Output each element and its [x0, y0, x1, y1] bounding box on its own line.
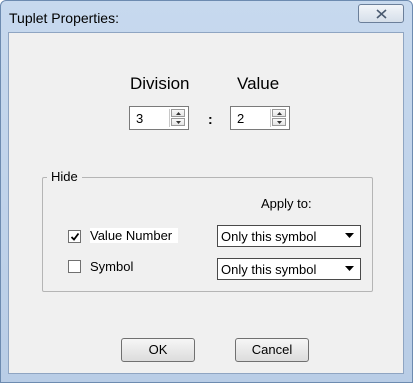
value-spinner[interactable]: 2	[230, 106, 290, 130]
value-value[interactable]: 2	[237, 111, 244, 126]
close-button[interactable]	[358, 4, 404, 23]
value-number-label[interactable]: Value Number	[90, 228, 179, 243]
value-header: Value	[237, 74, 280, 93]
symbol-dropdown-button[interactable]	[341, 260, 359, 278]
ratio-separator: :	[208, 111, 213, 127]
dialog-content: Division Value 3 : 2 Hide Apply to: Valu…	[8, 32, 404, 374]
symbol-apply-select[interactable]: Only this symbol	[217, 258, 361, 280]
division-value[interactable]: 3	[136, 111, 143, 126]
arrow-down-icon	[277, 121, 282, 124]
value-number-dropdown-button[interactable]	[341, 227, 359, 245]
apply-to-label: Apply to:	[261, 196, 312, 211]
division-decrement-button[interactable]	[171, 118, 185, 126]
symbol-checkbox[interactable]	[68, 260, 81, 273]
value-number-checkbox[interactable]	[68, 230, 81, 243]
chevron-down-icon	[345, 266, 354, 271]
value-number-apply-value: Only this symbol	[221, 229, 317, 244]
cancel-button[interactable]: Cancel	[235, 338, 309, 362]
ok-button[interactable]: OK	[121, 338, 195, 362]
title-bar[interactable]: Tuplet Properties:	[1, 1, 412, 33]
symbol-label[interactable]: Symbol	[90, 259, 139, 274]
arrow-up-icon	[176, 112, 181, 115]
close-icon	[376, 9, 387, 19]
division-header: Division	[130, 74, 190, 93]
hide-group-title: Hide	[47, 169, 82, 184]
chevron-down-icon	[345, 233, 354, 238]
value-decrement-button[interactable]	[272, 118, 286, 126]
division-increment-button[interactable]	[171, 109, 185, 117]
symbol-apply-value: Only this symbol	[221, 262, 317, 277]
arrow-down-icon	[176, 121, 181, 124]
window-title: Tuplet Properties:	[9, 10, 119, 26]
value-increment-button[interactable]	[272, 109, 286, 117]
value-number-apply-select[interactable]: Only this symbol	[217, 225, 361, 247]
division-spinner[interactable]: 3	[129, 106, 189, 130]
checkmark-icon	[70, 232, 80, 241]
arrow-up-icon	[277, 112, 282, 115]
